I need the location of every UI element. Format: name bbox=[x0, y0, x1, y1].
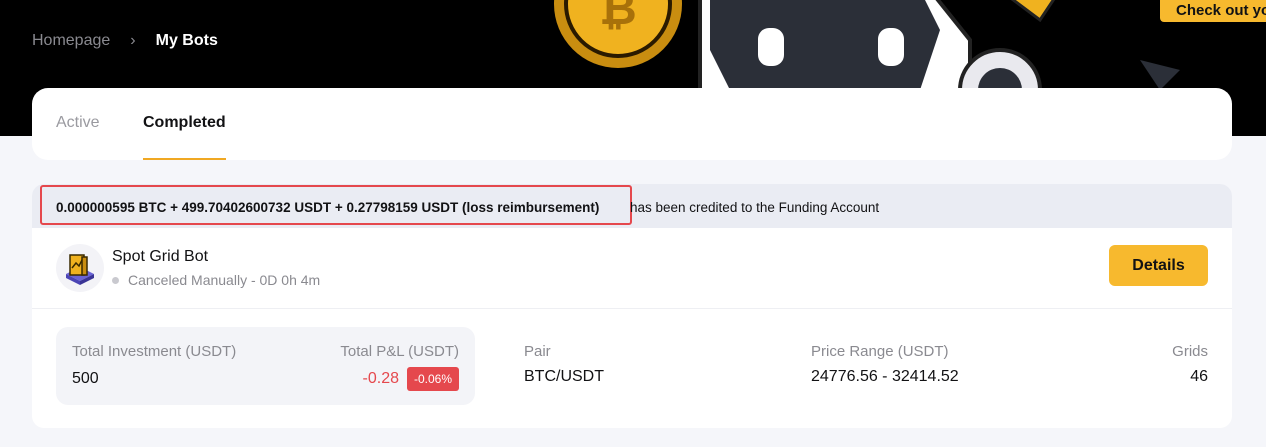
bot-status-text: Canceled Manually - 0D 0h 4m bbox=[128, 272, 321, 288]
status-dot-icon bbox=[112, 276, 119, 284]
chevron-right-icon: › bbox=[130, 32, 136, 49]
total-pnl-percent-badge: -0.06% bbox=[406, 367, 459, 391]
credit-notice-message: has been credited to the Funding Account bbox=[630, 200, 880, 215]
tab-completed[interactable]: Completed bbox=[143, 114, 226, 160]
bot-status: Canceled Manually - 0D 0h 4m bbox=[112, 272, 320, 288]
credited-amount-highlight: 0.000000595 BTC + 499.70402600732 USDT +… bbox=[40, 185, 632, 225]
price-range-label: Price Range (USDT) bbox=[811, 343, 949, 360]
investment-summary: Total Investment (USDT) 500 Total P&L (U… bbox=[56, 327, 475, 405]
bot-card: 0.000000595 BTC + 499.70402600732 USDT +… bbox=[32, 184, 1232, 428]
grids-label: Grids bbox=[1172, 343, 1208, 360]
bot-name: Spot Grid Bot bbox=[112, 248, 209, 265]
pair-value: BTC/USDT bbox=[524, 368, 604, 385]
breadcrumb: Homepage › My Bots bbox=[32, 30, 218, 52]
check-out-button[interactable]: Check out yo bbox=[1160, 0, 1266, 22]
spot-grid-bot-icon bbox=[56, 244, 104, 292]
price-range-value: 24776.56 - 32414.52 bbox=[811, 368, 959, 385]
pair-label: Pair bbox=[524, 343, 551, 360]
breadcrumb-current: My Bots bbox=[155, 32, 218, 49]
details-button[interactable]: Details bbox=[1109, 245, 1208, 286]
total-investment-value: 500 bbox=[72, 370, 99, 387]
credit-notice: 0.000000595 BTC + 499.70402600732 USDT +… bbox=[32, 184, 1232, 228]
grids-value: 46 bbox=[1190, 368, 1208, 385]
total-pnl-label: Total P&L (USDT) bbox=[340, 343, 459, 360]
breadcrumb-homepage-link[interactable]: Homepage bbox=[32, 32, 110, 50]
bot-header-row: Spot Grid Bot Canceled Manually - 0D 0h … bbox=[32, 228, 1232, 309]
svg-text:₿: ₿ bbox=[599, 0, 637, 35]
tab-active[interactable]: Active bbox=[56, 114, 100, 160]
total-pnl-value: -0.28 bbox=[362, 370, 399, 387]
total-investment-label: Total Investment (USDT) bbox=[72, 343, 237, 360]
bot-status-tabs: Active Completed bbox=[32, 88, 1232, 160]
